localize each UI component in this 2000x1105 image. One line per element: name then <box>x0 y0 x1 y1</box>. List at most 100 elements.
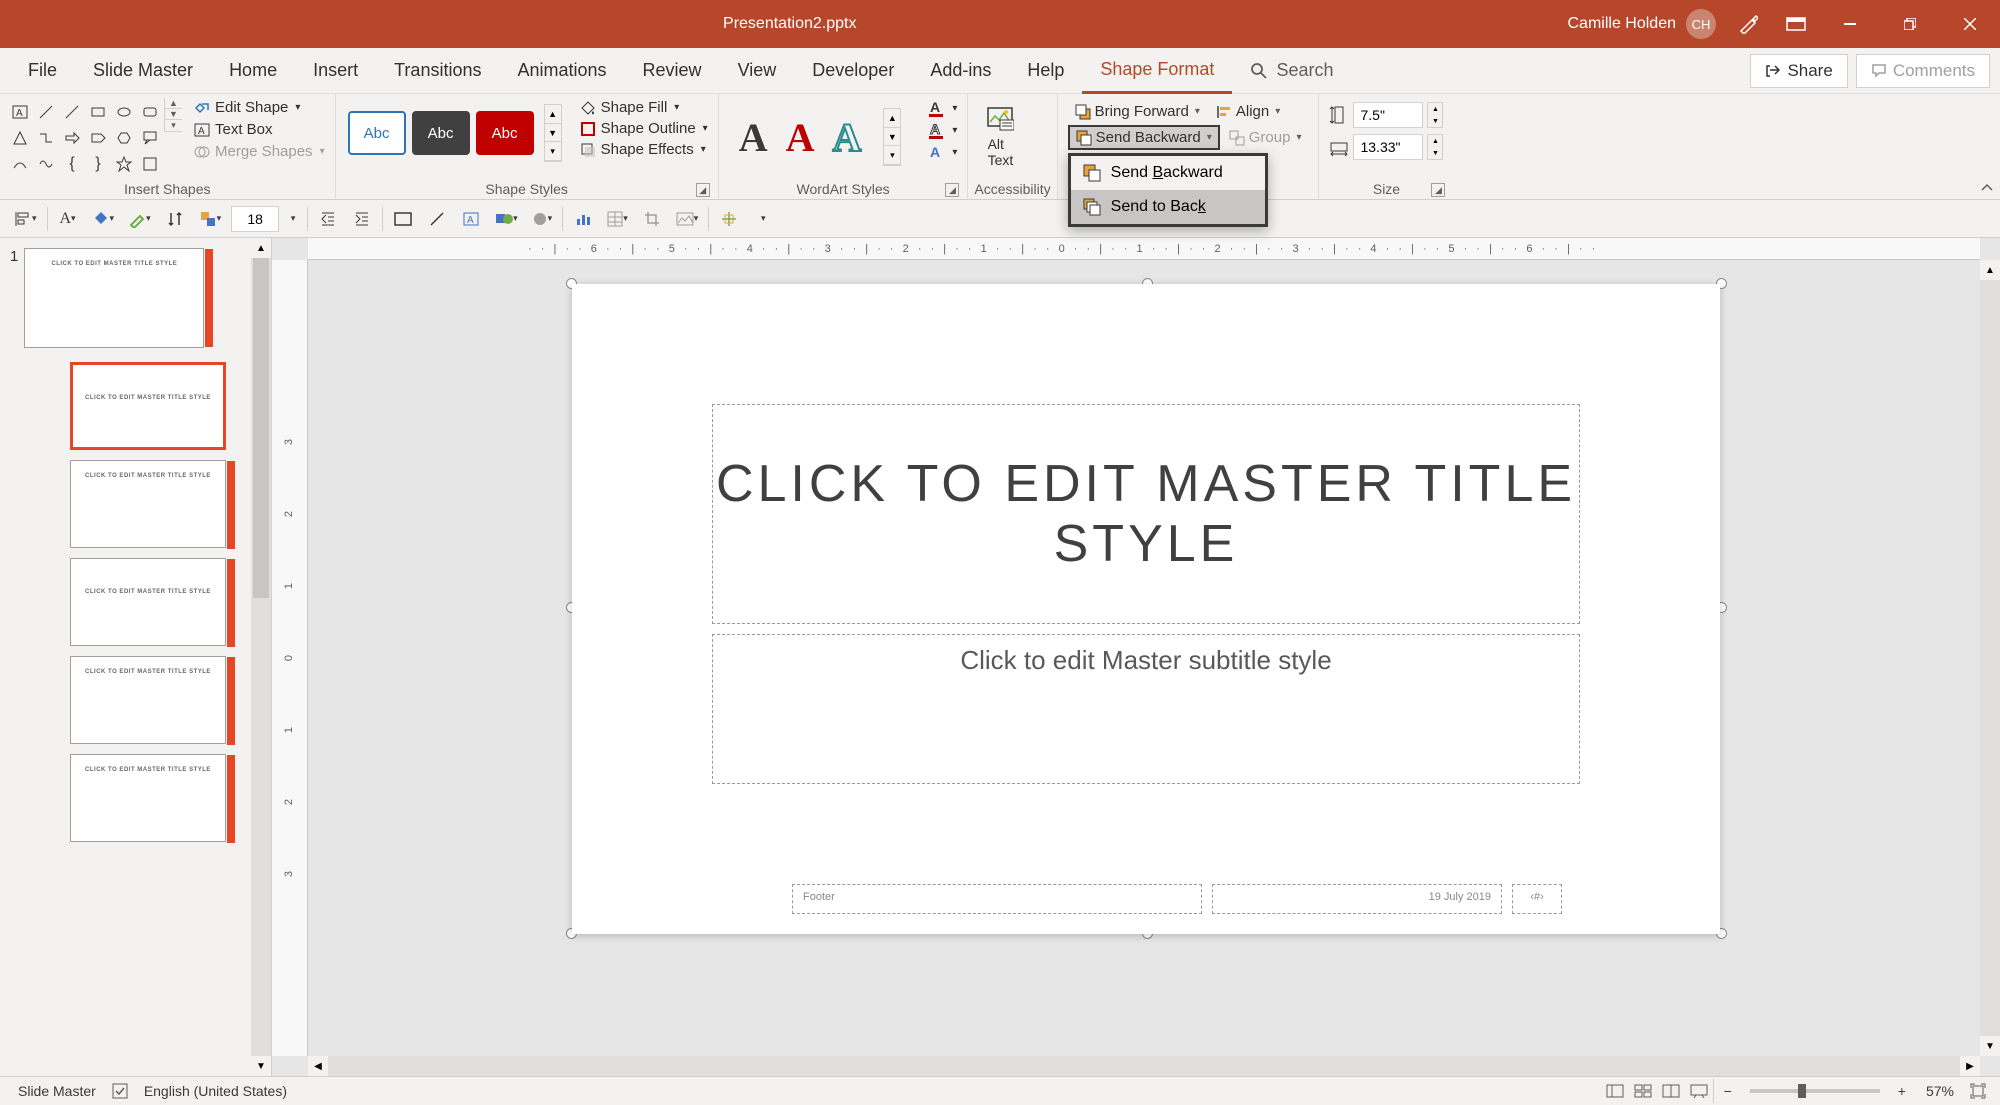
shape-rect-icon[interactable] <box>86 100 110 124</box>
text-fill-button[interactable]: A▾ <box>923 98 961 118</box>
crop-button[interactable] <box>638 205 666 233</box>
increase-indent-button[interactable] <box>348 205 376 233</box>
merge-shapes-button[interactable]: Merge Shapes▾ <box>190 142 329 161</box>
thumbnail-layout-5[interactable]: CLICK TO EDIT MASTER TITLE STYLE <box>70 754 247 842</box>
wordart-style-1[interactable]: A <box>739 114 768 161</box>
master-title-placeholder[interactable]: Click to edit Master title style <box>712 404 1580 624</box>
zoom-in-button[interactable]: + <box>1888 1083 1916 1099</box>
shape-textbox-icon[interactable]: A <box>8 100 32 124</box>
shape-styles-launcher[interactable]: ◢ <box>696 183 710 197</box>
shape-outline-button[interactable]: Shape Outline▾ <box>576 119 712 138</box>
view-normal-button[interactable] <box>1601 1079 1629 1103</box>
decrease-indent-button[interactable] <box>314 205 342 233</box>
shape-connector-icon[interactable] <box>34 126 58 150</box>
width-spinner[interactable]: ▲▼ <box>1427 134 1443 160</box>
slide-number-placeholder[interactable]: ‹#› <box>1512 884 1562 914</box>
vertical-ruler[interactable]: 3210123 <box>272 260 308 1056</box>
shape-fill-button[interactable]: Shape Fill▾ <box>576 98 712 117</box>
thumbnail-master[interactable]: 1 CLICK TO EDIT MASTER TITLE STYLE <box>10 248 247 348</box>
date-placeholder[interactable]: 19 July 2019 <box>1212 884 1502 914</box>
font-size-input[interactable] <box>231 206 279 232</box>
shape-star-icon[interactable] <box>112 152 136 176</box>
tab-shape-format[interactable]: Shape Format <box>1082 48 1232 94</box>
text-outline-button[interactable]: A▾ <box>923 120 961 140</box>
wordart-launcher[interactable]: ◢ <box>945 183 959 197</box>
alt-text-button[interactable]: AltText <box>974 98 1026 174</box>
rect-tool-button[interactable] <box>389 205 417 233</box>
trace-icon[interactable] <box>1724 0 1772 48</box>
shape-callout-icon[interactable] <box>138 126 162 150</box>
overflow-button[interactable]: ▾ <box>749 205 777 233</box>
ribbon-display-icon[interactable] <box>1772 0 1820 48</box>
edit-shape-button[interactable]: Edit Shape▾ <box>190 98 329 117</box>
guides-button[interactable] <box>715 205 743 233</box>
tab-review[interactable]: Review <box>625 48 720 94</box>
sort-button[interactable] <box>161 205 189 233</box>
horizontal-scrollbar[interactable]: ◀▶ <box>308 1056 1980 1076</box>
thumbnail-layout-2[interactable]: CLICK TO EDIT MASTER TITLE STYLE <box>70 460 247 548</box>
shape-triangle-icon[interactable] <box>8 126 32 150</box>
shape-brace-l-icon[interactable]: { <box>60 152 84 176</box>
style-swatch-2[interactable]: Abc <box>412 111 470 155</box>
view-reading-button[interactable] <box>1657 1079 1685 1103</box>
picture-button[interactable]: ▾ <box>672 205 703 233</box>
style-gallery-scroll[interactable]: ▲▼▾ <box>544 104 562 162</box>
status-language[interactable]: English (United States) <box>134 1083 297 1099</box>
send-backward-button[interactable]: Send Backward▾ <box>1068 125 1220 150</box>
view-slideshow-button[interactable] <box>1685 1079 1713 1103</box>
bring-forward-button[interactable]: Bring Forward▾ <box>1068 100 1207 123</box>
dd-send-backward[interactable]: Send Backward <box>1071 156 1265 190</box>
thumbnail-layout-3[interactable]: CLICK TO EDIT MASTER TITLE STYLE <box>70 558 247 646</box>
fit-to-window-button[interactable] <box>1964 1079 1992 1103</box>
shape-style-gallery[interactable]: Abc Abc Abc ▲▼▾ <box>342 98 568 168</box>
footer-placeholder[interactable]: Footer <box>792 884 1202 914</box>
thumbnail-layout-4[interactable]: CLICK TO EDIT MASTER TITLE STYLE <box>70 656 247 744</box>
shape-freeform-icon[interactable] <box>34 152 58 176</box>
style-swatch-1[interactable]: Abc <box>348 111 406 155</box>
shape-pentagon-icon[interactable] <box>86 126 110 150</box>
wordart-gallery-scroll[interactable]: ▲▼▾ <box>883 108 901 166</box>
shape-line2-icon[interactable] <box>60 100 84 124</box>
shape-action-icon[interactable] <box>138 152 162 176</box>
user-name[interactable]: Camille Holden <box>1568 15 1677 33</box>
shape-line-icon[interactable] <box>34 100 58 124</box>
search-box[interactable]: Search <box>1232 60 1351 81</box>
style-swatch-3[interactable]: Abc <box>476 111 534 155</box>
close-button[interactable] <box>1940 0 2000 48</box>
master-subtitle-placeholder[interactable]: Click to edit Master subtitle style <box>712 634 1580 784</box>
share-button[interactable]: Share <box>1750 54 1847 88</box>
font-size-dropdown[interactable]: ▾ <box>285 205 301 233</box>
zoom-out-button[interactable]: − <box>1714 1083 1742 1099</box>
minimize-button[interactable] <box>1820 0 1880 48</box>
group-button[interactable]: Group▾ <box>1222 125 1309 150</box>
tab-developer[interactable]: Developer <box>794 48 912 94</box>
text-box-button[interactable]: A Text Box <box>190 120 329 139</box>
tab-file[interactable]: File <box>10 48 75 94</box>
text-effects-button[interactable]: A▾ <box>923 142 961 162</box>
tab-animations[interactable]: Animations <box>499 48 624 94</box>
tab-view[interactable]: View <box>720 48 795 94</box>
shape-brace-r-icon[interactable]: } <box>86 152 110 176</box>
table-button[interactable]: ▾ <box>603 205 632 233</box>
shapes-menu-button[interactable]: ▾ <box>491 205 522 233</box>
shape-rrect-icon[interactable] <box>138 100 162 124</box>
circle-tool-button[interactable]: ▾ <box>528 205 557 233</box>
horizontal-ruler[interactable]: · · | · · 6 · · | · · 5 · · | · · 4 · · … <box>308 238 1980 260</box>
align-objects-button[interactable]: ▾ <box>10 205 41 233</box>
shapes-scroll[interactable]: ▲▼▾ <box>164 98 182 132</box>
vertical-scrollbar[interactable]: ▲▼ <box>1980 260 2000 1056</box>
height-input[interactable] <box>1353 102 1423 128</box>
tab-home[interactable]: Home <box>211 48 295 94</box>
wordart-gallery[interactable]: A A A ▲▼▾ <box>725 98 916 176</box>
tab-help[interactable]: Help <box>1009 48 1082 94</box>
size-launcher[interactable]: ◢ <box>1431 183 1445 197</box>
spellcheck-icon[interactable] <box>112 1083 128 1099</box>
tab-addins[interactable]: Add-ins <box>912 48 1009 94</box>
slide-canvas[interactable]: Click to edit Master title style Click t… <box>572 284 1720 934</box>
dd-send-to-back[interactable]: Send to Back <box>1071 190 1265 224</box>
thumbnail-layout-1[interactable]: CLICK TO EDIT MASTER TITLE STYLE <box>70 362 247 450</box>
chart-button[interactable] <box>569 205 597 233</box>
ribbon-collapse-button[interactable] <box>1980 181 1994 195</box>
shape-oval-icon[interactable] <box>112 100 136 124</box>
shape-arrow-icon[interactable] <box>60 126 84 150</box>
